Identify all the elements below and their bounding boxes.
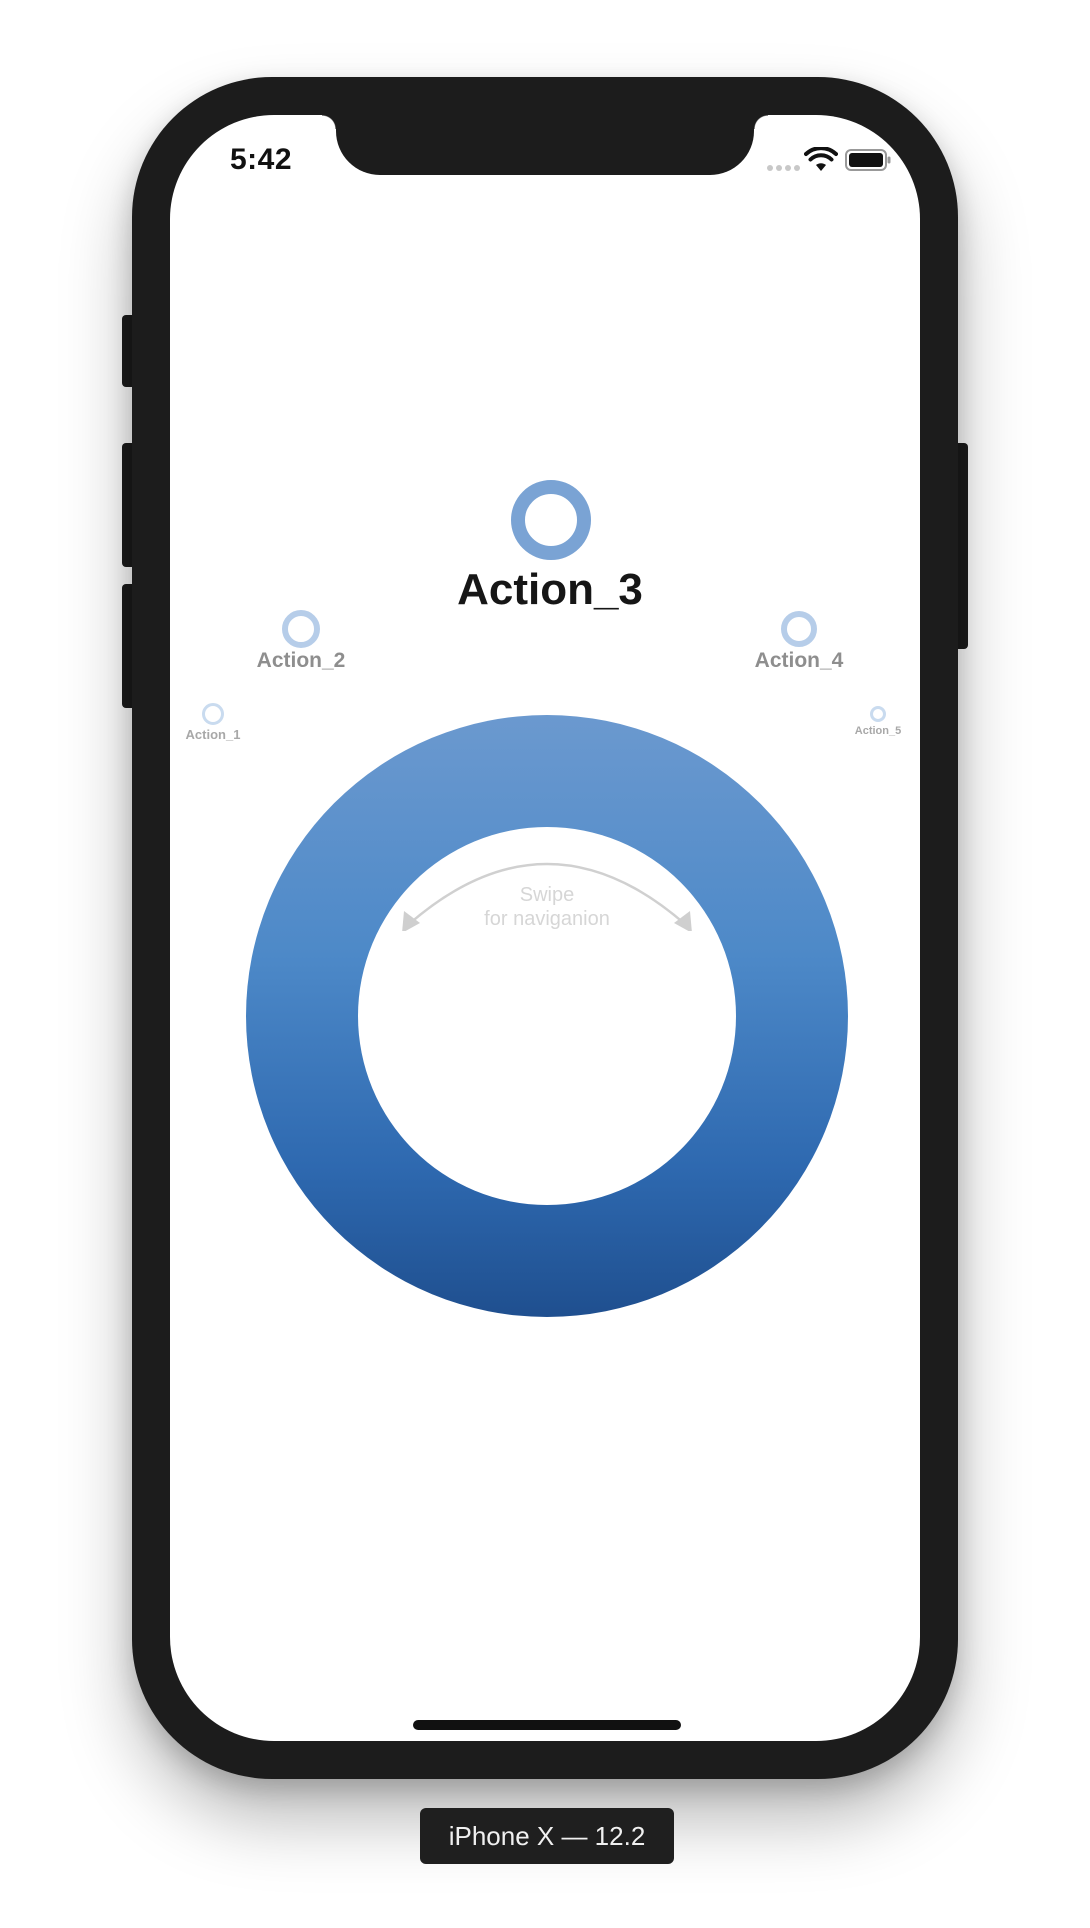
- navigation-wheel[interactable]: Swipe for naviganion: [246, 715, 848, 1317]
- swipe-hint-line1: Swipe: [519, 884, 575, 906]
- home-indicator[interactable]: [413, 1720, 681, 1730]
- action-1-ring-icon[interactable]: [202, 703, 224, 725]
- action-5-label[interactable]: Action_5: [855, 725, 901, 737]
- notch: [322, 115, 768, 175]
- action-4-ring-icon[interactable]: [781, 611, 817, 647]
- wheel-center: Swipe for naviganion: [358, 827, 736, 1205]
- status-time: 5:42: [230, 143, 293, 176]
- cellular-signal-icon: [767, 165, 800, 171]
- action-3-label[interactable]: Action_3: [457, 565, 643, 615]
- action-3-ring-icon[interactable]: [511, 480, 591, 560]
- simulator-device-badge: iPhone X — 12.2: [420, 1808, 674, 1864]
- app-screen: 5:42 Action_3 Action_2 Action_4 Action_1: [170, 115, 920, 1741]
- action-4-label[interactable]: Action_4: [755, 649, 844, 673]
- action-2-label[interactable]: Action_2: [257, 649, 346, 673]
- action-2-ring-icon[interactable]: [282, 610, 320, 648]
- iphone-frame: 5:42 Action_3 Action_2 Action_4 Action_1: [132, 77, 958, 1779]
- swipe-hint-line2: for naviganion: [484, 908, 610, 930]
- action-1-label[interactable]: Action_1: [186, 727, 241, 742]
- wifi-icon: [804, 147, 838, 171]
- battery-icon: [845, 149, 891, 171]
- action-5-ring-icon[interactable]: [870, 706, 886, 722]
